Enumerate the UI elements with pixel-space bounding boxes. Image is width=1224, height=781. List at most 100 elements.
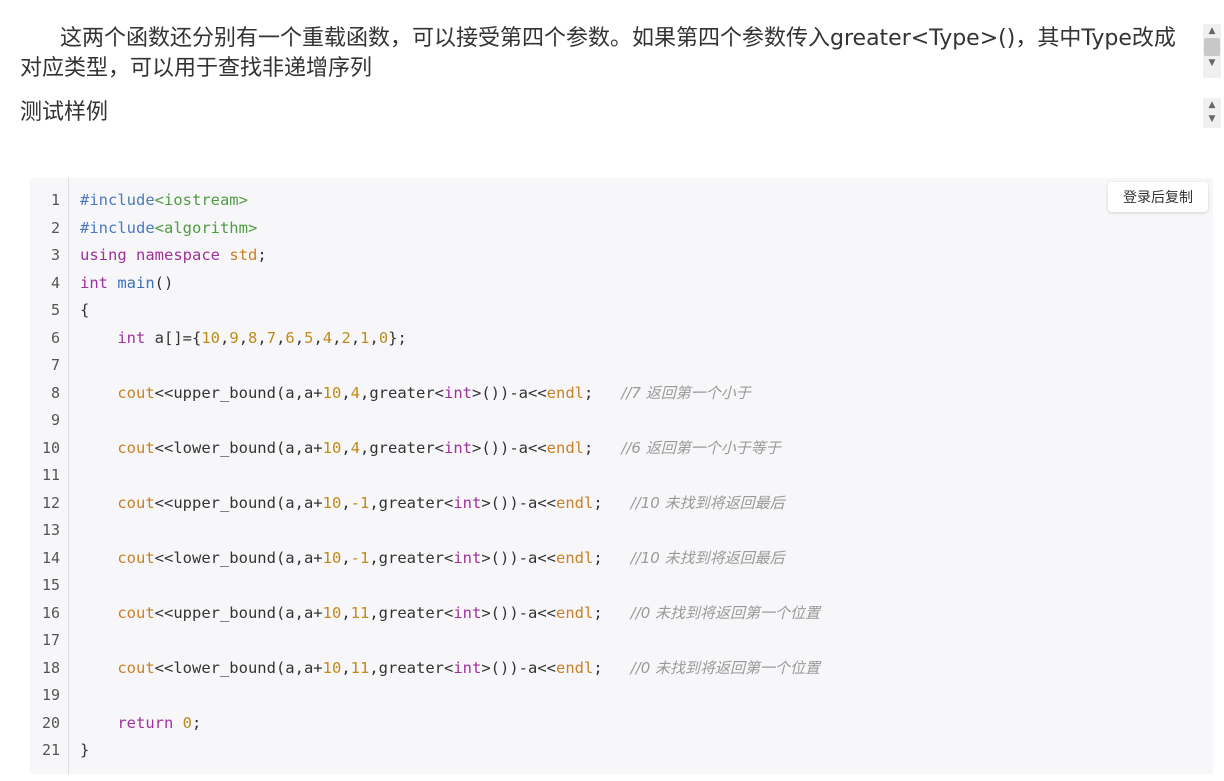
code-token: 10 [322, 493, 342, 512]
code-token: #include [80, 191, 155, 209]
code-token: , [350, 328, 361, 347]
code-token: int [444, 383, 472, 402]
code-line: cout<<lower_bound(a,a+10,4,greater<int>(… [80, 438, 781, 458]
article-paragraph: 这两个函数还分别有一个重载函数，可以接受第四个参数。如果第四个参数传入great… [20, 24, 1195, 84]
code-token: int [80, 273, 108, 292]
code-token: , [257, 328, 267, 347]
code-token: ,greater< [369, 603, 454, 622]
code-token: 10 [322, 603, 342, 622]
chevron-down-icon[interactable]: ▼ [1203, 112, 1221, 126]
code-token: 11 [350, 658, 370, 677]
code-token: <<upper_bound(a,a+ [154, 383, 323, 402]
code-token: ,greater< [369, 493, 454, 512]
code-block: 1 2 3 4 5 6 7 8 9 10 11 12 13 14 15 16 17 18 19 20 21 #inclu… [30, 178, 1213, 774]
code-token: main [117, 273, 155, 292]
code-token: cout [117, 493, 155, 512]
code-comment: //7 返回第一个小于 [621, 383, 751, 402]
code-token: >())-a<< [472, 438, 547, 457]
code-token: namespace [136, 246, 221, 264]
chevron-down-icon[interactable]: ▼ [1203, 56, 1221, 70]
code-token: cout [117, 548, 155, 567]
code-token: std [229, 246, 258, 264]
code-token: 9 [229, 328, 239, 347]
code-token: , [238, 328, 249, 347]
code-token: <<lower_bound(a,a+ [154, 548, 323, 567]
code-token: ; [257, 246, 267, 264]
line-number-gutter: 1 2 3 4 5 6 7 8 9 10 11 12 13 14 15 16 17 18 19 20 21 [30, 178, 69, 774]
chevron-up-icon[interactable]: ▲ [1203, 24, 1221, 38]
code-token: ; [583, 438, 622, 457]
code-token: >())-a<< [481, 658, 556, 677]
code-token: 10 [201, 328, 220, 347]
code-token: return [117, 713, 174, 732]
code-token: , [341, 603, 351, 622]
line-number: 9 [50, 411, 60, 429]
code-token: cout [117, 658, 155, 677]
code-token: 10 [322, 383, 342, 402]
code-line: cout<<upper_bound(a,a+10,-1,greater<int>… [80, 493, 784, 513]
line-number: 19 [41, 686, 60, 704]
code-line: cout<<upper_bound(a,a+10,11,greater<int>… [80, 603, 820, 623]
code-token: >())-a<< [481, 493, 556, 512]
code-token: >())-a<< [481, 603, 556, 622]
line-number: 15 [41, 576, 60, 594]
code-token: ,greater< [369, 658, 454, 677]
code-token: 4 [350, 383, 360, 402]
code-token: }; [388, 328, 407, 347]
line-number: 4 [50, 273, 60, 292]
code-token: <<lower_bound(a,a+ [154, 658, 323, 677]
code-token: int [453, 603, 482, 622]
code-token: endl [555, 493, 594, 512]
line-number: 7 [50, 356, 60, 374]
code-token: cout [117, 603, 155, 622]
code-token: ; [192, 713, 202, 732]
line-number: 8 [50, 383, 60, 402]
line-number: 10 [41, 438, 60, 457]
code-token: 11 [350, 603, 370, 622]
code-token: 0 [182, 713, 193, 732]
line-number: 14 [41, 548, 60, 567]
code-comment: //0 未找到将返回第一个位置 [630, 603, 821, 622]
line-number: 3 [50, 246, 60, 264]
code-token: 6 [285, 328, 295, 347]
code-token: ; [583, 383, 622, 402]
code-line: #include<algorithm> [80, 218, 257, 238]
chevron-up-icon[interactable]: ▲ [1203, 98, 1221, 112]
copy-code-button[interactable]: 登录后复制 [1108, 182, 1208, 212]
line-number: 12 [41, 493, 60, 512]
code-token: 8 [248, 328, 258, 347]
code-line: using namespace std; [80, 245, 267, 265]
code-line: cout<<lower_bound(a,a+10,-1,greater<int>… [80, 548, 785, 568]
code-token: 10 [322, 658, 342, 677]
heading-scrollbar[interactable]: ▲ ▼ [1203, 98, 1221, 128]
line-number: 13 [41, 521, 60, 539]
code-token: , [341, 493, 351, 512]
code-token: 7 [266, 328, 277, 347]
code-token: a[]={ [145, 328, 202, 347]
code-comment: //6 返回第一个小于等于 [621, 438, 781, 457]
code-line: return 0; [80, 713, 201, 733]
line-number: 2 [50, 218, 60, 237]
code-token: 10 [322, 548, 342, 567]
code-token: endl [555, 548, 594, 567]
code-token: , [313, 328, 323, 347]
code-token: <algorithm> [154, 218, 258, 237]
code-token: ; [593, 658, 631, 677]
code-comment: //10 未找到将返回最后 [630, 548, 785, 567]
code-token: ; [593, 603, 631, 622]
code-token: int [444, 438, 472, 457]
code-token: int [453, 548, 482, 567]
scroll-thumb[interactable] [1204, 38, 1220, 56]
code-line: { [80, 300, 89, 320]
code-token: endl [546, 438, 584, 457]
line-number: 11 [41, 466, 60, 484]
code-token: , [341, 383, 351, 402]
paragraph-scrollbar[interactable]: ▲ ▼ [1203, 24, 1221, 78]
